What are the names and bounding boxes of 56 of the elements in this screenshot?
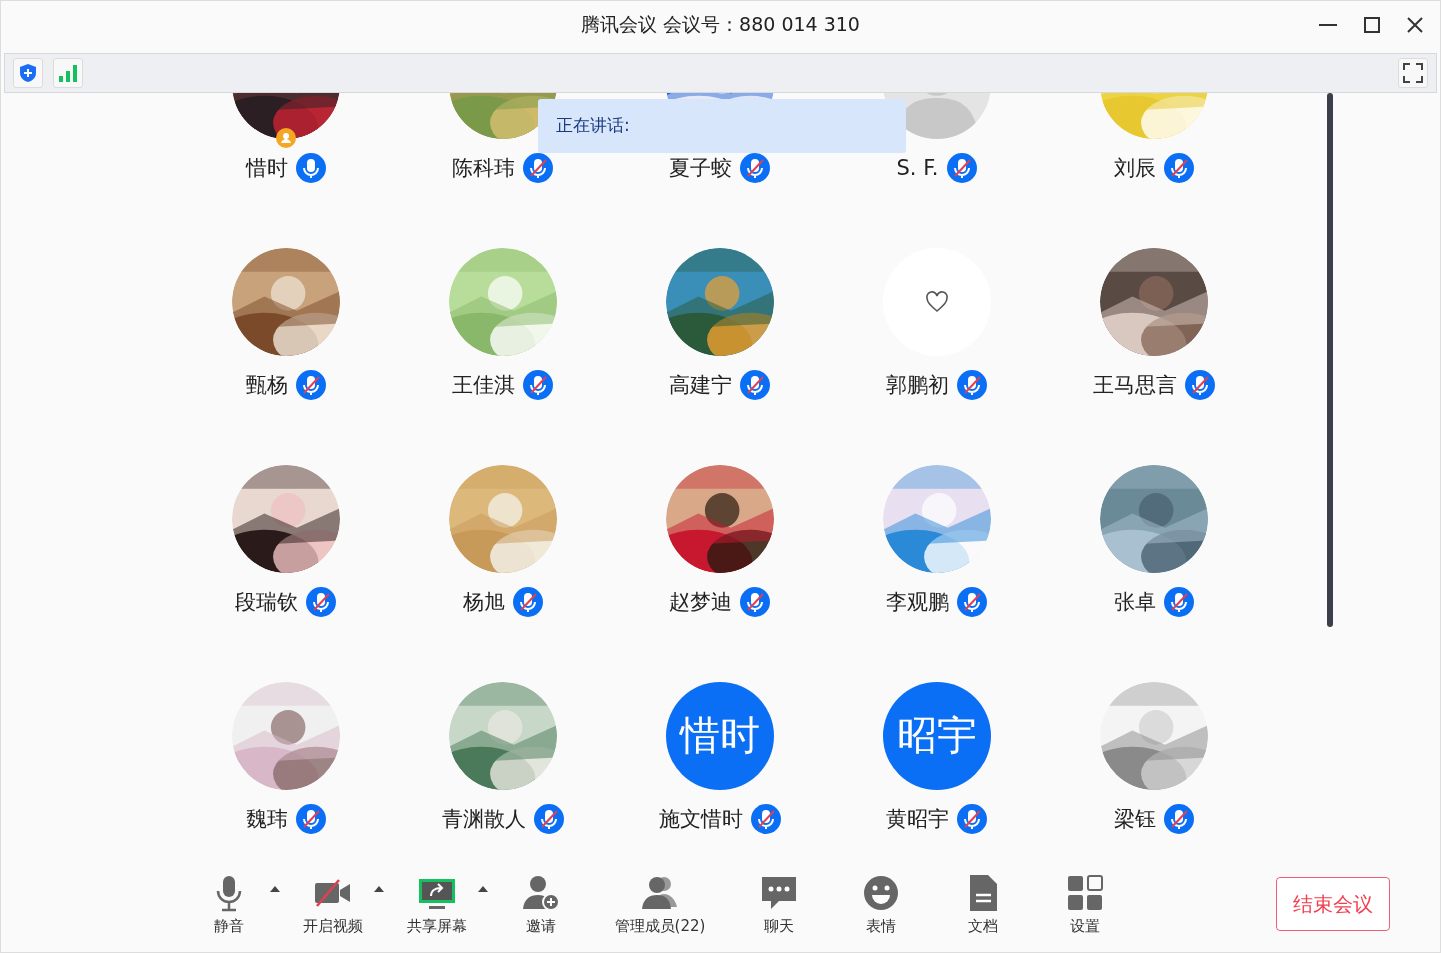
participant-name: 惜时 xyxy=(245,154,288,182)
signal-icon xyxy=(58,62,78,83)
toolbar-label: 共享屏幕 xyxy=(407,916,467,936)
participant-name: 甄杨 xyxy=(245,371,288,399)
window-title: 腾讯会议 会议号：880 014 310 xyxy=(581,11,860,37)
toolbar-label: 设置 xyxy=(1070,916,1100,936)
fullscreen-icon xyxy=(1402,61,1424,84)
speaking-label: 正在讲话: xyxy=(556,114,630,138)
shield-icon xyxy=(19,62,37,83)
toolbar-button[interactable]: 管理成员(22) xyxy=(605,872,715,936)
caret-icon[interactable] xyxy=(373,884,385,893)
scrollbar[interactable] xyxy=(1327,92,1333,627)
maximize-icon[interactable] xyxy=(1363,16,1381,34)
heart-icon xyxy=(924,290,949,313)
initials-avatar: 昭宇 xyxy=(882,681,991,790)
toolbar-label: 开启视频 xyxy=(303,916,363,936)
participant-name: 施文惜时 xyxy=(658,805,743,833)
toolbar-label: 管理成员(22) xyxy=(614,916,706,936)
toolbar-button[interactable]: 文档 xyxy=(945,872,1021,936)
participant-name: 李观鹏 xyxy=(886,588,949,616)
participant-name: 王佳淇 xyxy=(452,371,515,399)
participant-name: 杨旭 xyxy=(462,588,505,616)
participant-name: S. F. xyxy=(896,155,939,180)
toolbar-button[interactable]: 开启视频 xyxy=(295,872,371,936)
toolbar-label: 邀请 xyxy=(526,916,556,936)
toolbar-label: 表情 xyxy=(866,916,896,936)
caret-icon[interactable] xyxy=(477,884,489,893)
initials-avatar: 惜时 xyxy=(665,681,774,790)
participant-name: 张卓 xyxy=(1113,588,1156,616)
toolbar-button[interactable]: 聊天 xyxy=(741,872,817,936)
toolbar-label: 聊天 xyxy=(764,916,794,936)
participant-name: 夏子蛟 xyxy=(669,154,732,182)
participant-name: 青渊散人 xyxy=(441,805,526,833)
end-meeting-button[interactable]: 结束会议 xyxy=(1276,877,1390,932)
toolbar-label: 文档 xyxy=(968,916,998,936)
participant-name: 魏玮 xyxy=(245,805,288,833)
participant-name: 郭鹏初 xyxy=(886,371,949,399)
settings-icon xyxy=(1065,872,1105,913)
participant-name: 王马思言 xyxy=(1092,371,1177,399)
participant-name: 黄昭宇 xyxy=(886,805,949,833)
participant-name: 陈科玮 xyxy=(452,154,515,182)
caret-icon[interactable] xyxy=(269,884,281,893)
participant-name: 刘辰 xyxy=(1113,154,1156,182)
participant-name: 梁钰 xyxy=(1113,805,1156,833)
fullscreen-button[interactable] xyxy=(1398,57,1428,88)
toolbar-button[interactable]: 静音 xyxy=(191,872,267,936)
participant-name: 段瑞钦 xyxy=(235,588,298,616)
toolbar-button[interactable]: 设置 xyxy=(1047,872,1123,936)
toolbar-label: 静音 xyxy=(214,916,244,936)
toolbar-button[interactable]: 表情 xyxy=(843,872,919,936)
security-button[interactable] xyxy=(13,57,43,88)
toolbar-button[interactable]: 邀请 xyxy=(503,872,579,936)
close-icon[interactable] xyxy=(1406,16,1424,34)
participant-name: 高建宁 xyxy=(669,371,732,399)
participant-name: 赵梦迪 xyxy=(669,588,732,616)
toolbar-button[interactable]: 共享屏幕 xyxy=(399,872,475,936)
